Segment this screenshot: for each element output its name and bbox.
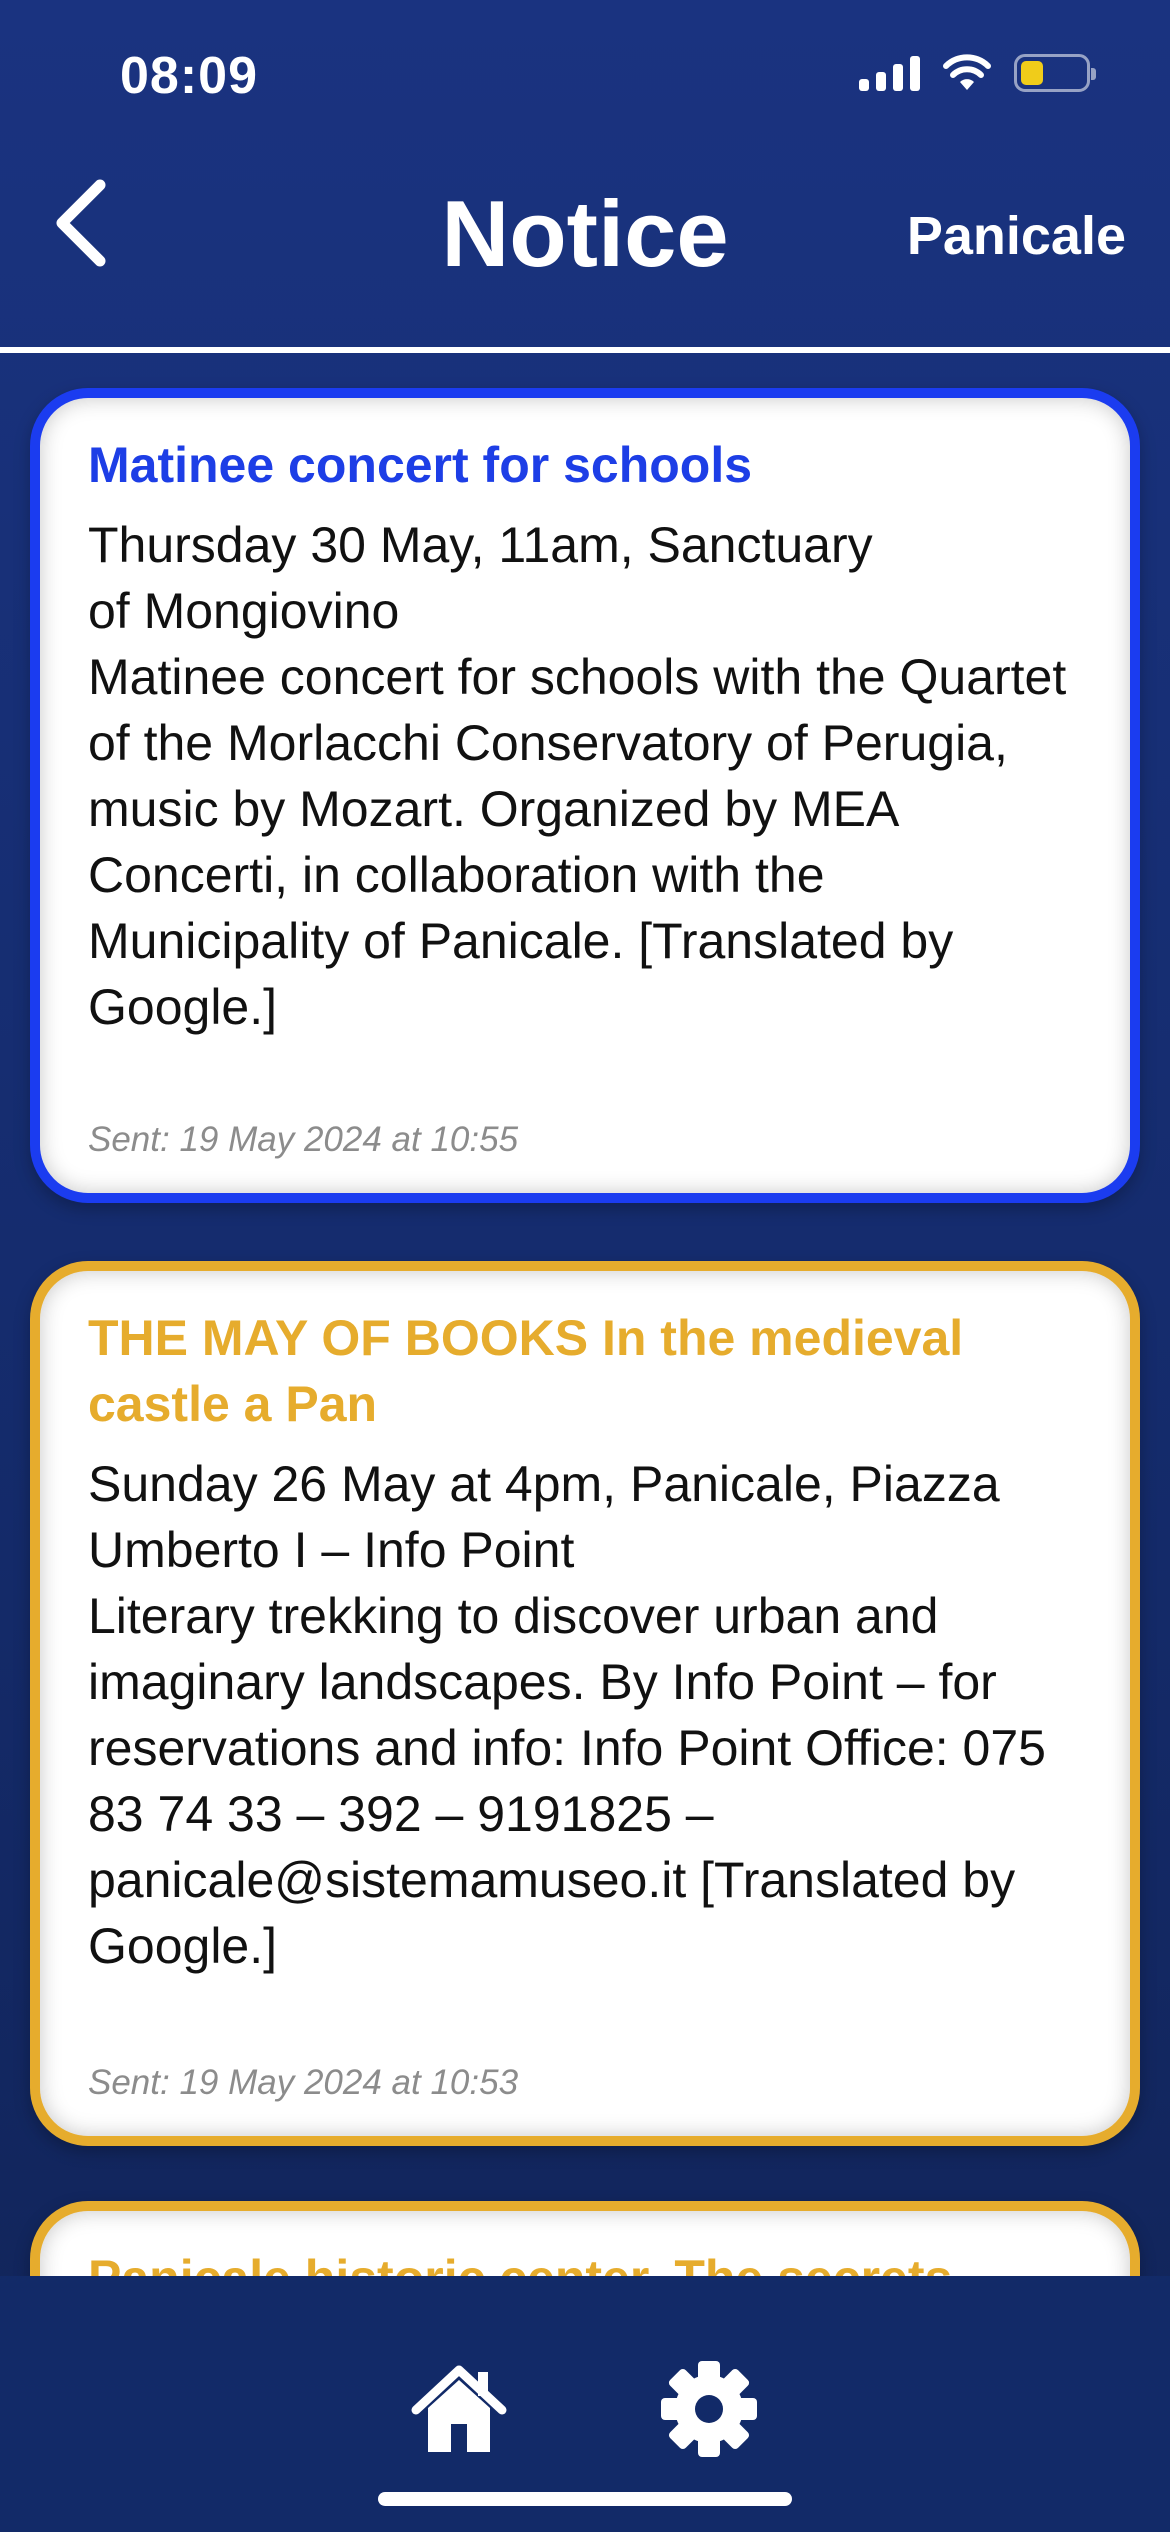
location-button[interactable]: Panicale — [907, 205, 1126, 267]
notice-card[interactable]: Panicale historic center. The secrets — [30, 2201, 1140, 2278]
tab-settings[interactable] — [654, 2354, 764, 2464]
battery-icon — [1014, 54, 1096, 92]
gear-icon — [661, 2361, 757, 2457]
wifi-icon — [943, 54, 991, 90]
notice-card[interactable]: THE MAY OF BOOKS In the medieval castle … — [30, 1261, 1140, 2146]
cellular-signal-icon — [859, 55, 920, 91]
notice-list[interactable]: Matinee concert for schools Thursday 30 … — [0, 353, 1170, 2278]
notice-title: Matinee concert for schools — [88, 437, 753, 493]
notice-body: Sunday 26 May at 4pm, Panicale, Piazza U… — [88, 1456, 1046, 1974]
home-indicator — [378, 2492, 792, 2506]
status-time: 08:09 — [120, 47, 258, 105]
tab-home[interactable] — [404, 2354, 514, 2464]
home-icon — [411, 2365, 507, 2452]
notice-body: Thursday 30 May, 11am, Sanctuary of Mong… — [88, 517, 1067, 1035]
notice-sent-time: Sent: 19 May 2024 at 10:55 — [88, 1120, 519, 1159]
notice-title: THE MAY OF BOOKS In the medieval castle … — [88, 1310, 964, 1432]
notice-sent-time: Sent: 19 May 2024 at 10:53 — [88, 2063, 519, 2102]
status-icons — [859, 54, 1096, 92]
notice-title: Panicale historic center. The secrets — [88, 2250, 953, 2278]
nav-header: Notice Panicale — [0, 150, 1170, 350]
notice-card[interactable]: Matinee concert for schools Thursday 30 … — [30, 388, 1140, 1203]
status-bar: 08:09 — [0, 0, 1170, 150]
